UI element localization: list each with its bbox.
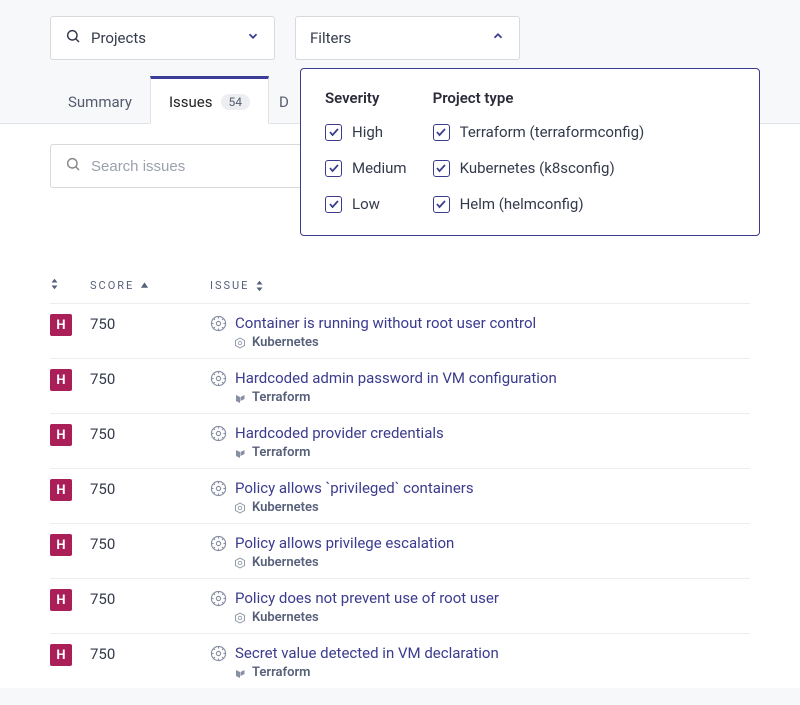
issues-table: SCORE ISSUE H 750 Container is running w… bbox=[50, 268, 750, 688]
projects-dropdown[interactable]: Projects bbox=[50, 16, 275, 60]
issue-type: Kubernetes bbox=[210, 335, 750, 350]
header-score[interactable]: SCORE bbox=[90, 279, 200, 292]
terraform-icon bbox=[234, 447, 246, 459]
kubernetes-icon bbox=[234, 557, 246, 569]
terraform-icon bbox=[234, 392, 246, 404]
filter-severity-medium[interactable]: Medium bbox=[325, 159, 407, 177]
tab-label: Summary bbox=[68, 93, 132, 111]
header-label: SCORE bbox=[90, 279, 134, 292]
severity-badge: H bbox=[50, 644, 72, 666]
tab-label: Issues bbox=[169, 93, 213, 111]
project-type-column: Project type Terraform (terraformconfig)… bbox=[433, 89, 645, 213]
gear-icon bbox=[210, 645, 227, 662]
filters-panel: Severity High Medium Low Project type Te… bbox=[300, 68, 760, 236]
checkbox-checked-icon bbox=[433, 124, 450, 141]
issue-title-link[interactable]: Policy allows privilege escalation bbox=[235, 534, 454, 552]
filter-type-helm[interactable]: Helm (helmconfig) bbox=[433, 195, 645, 213]
severity-badge: H bbox=[50, 424, 72, 446]
table-row: H 750 Secret value detected in VM declar… bbox=[50, 633, 750, 688]
filter-severity-high[interactable]: High bbox=[325, 123, 407, 141]
header-issue[interactable]: ISSUE bbox=[200, 279, 750, 292]
score-cell: 750 bbox=[90, 534, 200, 553]
issue-type: Terraform bbox=[210, 390, 750, 405]
kubernetes-icon bbox=[234, 502, 246, 514]
issue-title-link[interactable]: Container is running without root user c… bbox=[235, 314, 536, 332]
severity-badge: H bbox=[50, 369, 72, 391]
issues-count-badge: 54 bbox=[221, 94, 251, 110]
gear-icon bbox=[210, 370, 227, 387]
tab-label: D bbox=[279, 93, 289, 111]
severity-badge: H bbox=[50, 534, 72, 556]
sort-icon bbox=[255, 280, 264, 292]
issue-title-link[interactable]: Hardcoded admin password in VM configura… bbox=[235, 369, 557, 387]
sort-icon bbox=[50, 278, 59, 290]
chevron-down-icon bbox=[246, 29, 260, 47]
table-row: H 750 Container is running without root … bbox=[50, 303, 750, 358]
severity-badge: H bbox=[50, 589, 72, 611]
gear-icon bbox=[210, 425, 227, 442]
severity-badge: H bbox=[50, 314, 72, 336]
filter-type-kubernetes[interactable]: Kubernetes (k8sconfig) bbox=[433, 159, 645, 177]
severity-badge: H bbox=[50, 479, 72, 501]
issue-type: Terraform bbox=[210, 665, 750, 680]
issue-title-link[interactable]: Policy does not prevent use of root user bbox=[235, 589, 499, 607]
issue-title-link[interactable]: Hardcoded provider credentials bbox=[235, 424, 444, 442]
issue-title-link[interactable]: Secret value detected in VM declaration bbox=[235, 644, 499, 662]
severity-header: Severity bbox=[325, 89, 407, 107]
header-severity[interactable] bbox=[50, 278, 90, 293]
gear-icon bbox=[210, 315, 227, 332]
filter-label: Helm (helmconfig) bbox=[460, 195, 584, 213]
table-row: H 750 Hardcoded admin password in VM con… bbox=[50, 358, 750, 413]
search-icon bbox=[65, 156, 81, 176]
severity-column: Severity High Medium Low bbox=[325, 89, 407, 213]
filters-dropdown[interactable]: Filters bbox=[295, 16, 520, 60]
issue-type: Terraform bbox=[210, 445, 750, 460]
filter-label: Medium bbox=[352, 159, 407, 177]
score-cell: 750 bbox=[90, 424, 200, 443]
score-cell: 750 bbox=[90, 644, 200, 663]
header-label: ISSUE bbox=[210, 279, 249, 292]
filters-label: Filters bbox=[310, 29, 351, 47]
table-row: H 750 Policy allows `privileged` contain… bbox=[50, 468, 750, 523]
projects-label: Projects bbox=[91, 29, 146, 47]
terraform-icon bbox=[234, 667, 246, 679]
table-row: H 750 Hardcoded provider credentials Ter… bbox=[50, 413, 750, 468]
score-cell: 750 bbox=[90, 589, 200, 608]
gear-icon bbox=[210, 480, 227, 497]
issue-type: Kubernetes bbox=[210, 555, 750, 570]
chevron-up-icon bbox=[491, 29, 505, 47]
filter-label: Low bbox=[352, 195, 380, 213]
table-header: SCORE ISSUE bbox=[50, 268, 750, 303]
filter-severity-low[interactable]: Low bbox=[325, 195, 407, 213]
issue-type: Kubernetes bbox=[210, 610, 750, 625]
checkbox-checked-icon bbox=[433, 160, 450, 177]
kubernetes-icon bbox=[234, 612, 246, 624]
tab-truncated[interactable]: D bbox=[269, 79, 291, 123]
table-row: H 750 Policy allows privilege escalation… bbox=[50, 523, 750, 578]
filter-label: High bbox=[352, 123, 383, 141]
kubernetes-icon bbox=[234, 337, 246, 349]
issue-title-link[interactable]: Policy allows `privileged` containers bbox=[235, 479, 474, 497]
gear-icon bbox=[210, 590, 227, 607]
score-cell: 750 bbox=[90, 314, 200, 333]
tab-issues[interactable]: Issues 54 bbox=[150, 76, 269, 124]
filter-label: Kubernetes (k8sconfig) bbox=[460, 159, 615, 177]
checkbox-checked-icon bbox=[325, 124, 342, 141]
checkbox-checked-icon bbox=[325, 160, 342, 177]
tab-summary[interactable]: Summary bbox=[50, 79, 150, 123]
checkbox-checked-icon bbox=[325, 196, 342, 213]
filter-label: Terraform (terraformconfig) bbox=[460, 123, 645, 141]
gear-icon bbox=[210, 535, 227, 552]
issue-type: Kubernetes bbox=[210, 500, 750, 515]
score-cell: 750 bbox=[90, 369, 200, 388]
score-cell: 750 bbox=[90, 479, 200, 498]
search-icon bbox=[65, 28, 81, 48]
project-type-header: Project type bbox=[433, 89, 645, 107]
table-row: H 750 Policy does not prevent use of roo… bbox=[50, 578, 750, 633]
sort-asc-icon bbox=[140, 280, 149, 292]
checkbox-checked-icon bbox=[433, 196, 450, 213]
filter-type-terraform[interactable]: Terraform (terraformconfig) bbox=[433, 123, 645, 141]
